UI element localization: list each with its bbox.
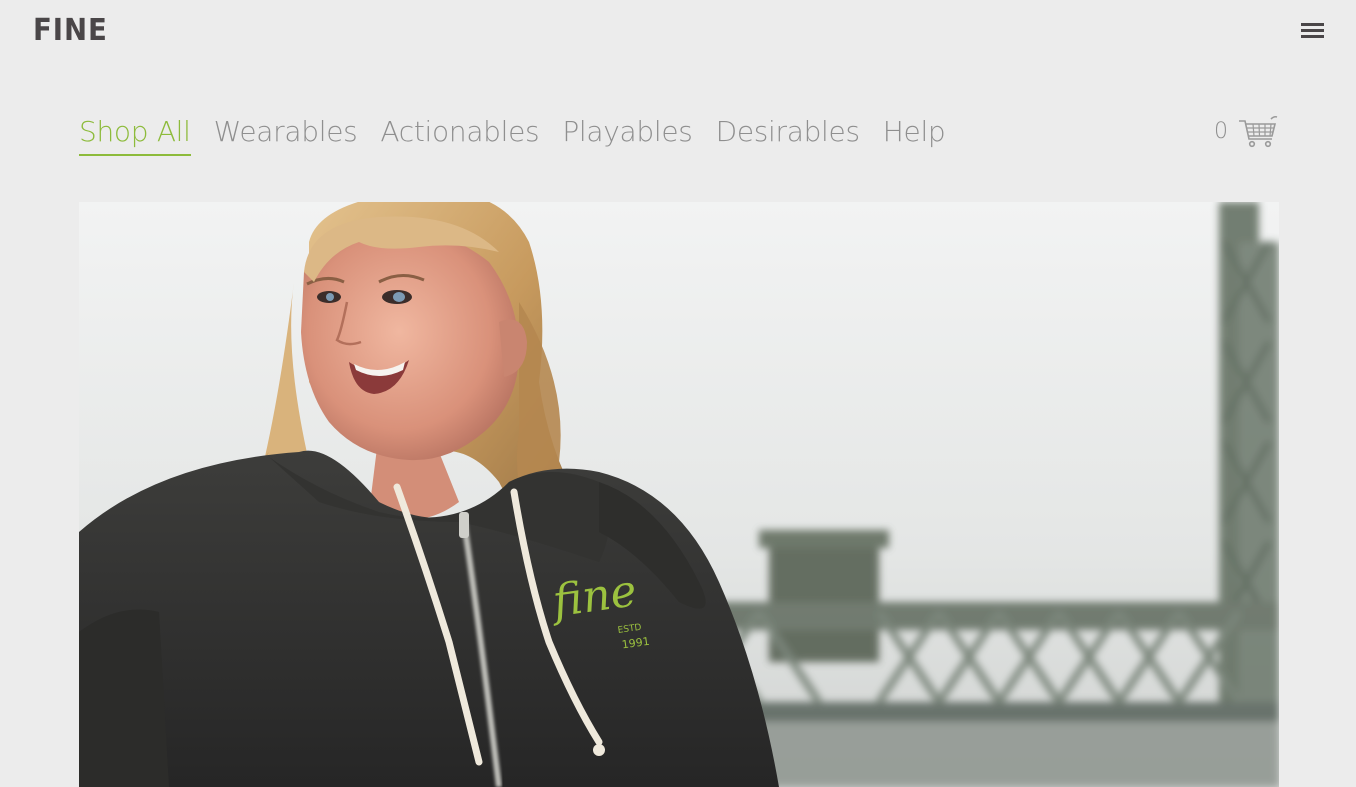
shopping-cart-icon — [1239, 115, 1278, 148]
nav-item-actionables[interactable]: Actionables — [380, 112, 539, 154]
hero-image[interactable]: fine ESTD 1991 — [79, 202, 1279, 787]
nav-item-wearables[interactable]: Wearables — [214, 112, 358, 154]
nav-item-playables[interactable]: Playables — [562, 112, 693, 154]
brand-logo[interactable]: FINE — [33, 14, 108, 48]
hero-photo: fine ESTD 1991 — [79, 202, 1279, 787]
cart-count: 0 — [1214, 119, 1228, 144]
category-nav: Shop All Wearables Actionables Playables… — [79, 112, 968, 156]
nav-item-shop-all[interactable]: Shop All — [79, 112, 191, 156]
cart-button[interactable]: 0 — [1214, 112, 1278, 152]
nav-item-help[interactable]: Help — [883, 112, 946, 154]
nav-item-desirables[interactable]: Desirables — [716, 112, 861, 154]
hamburger-menu-icon[interactable] — [1301, 23, 1324, 40]
